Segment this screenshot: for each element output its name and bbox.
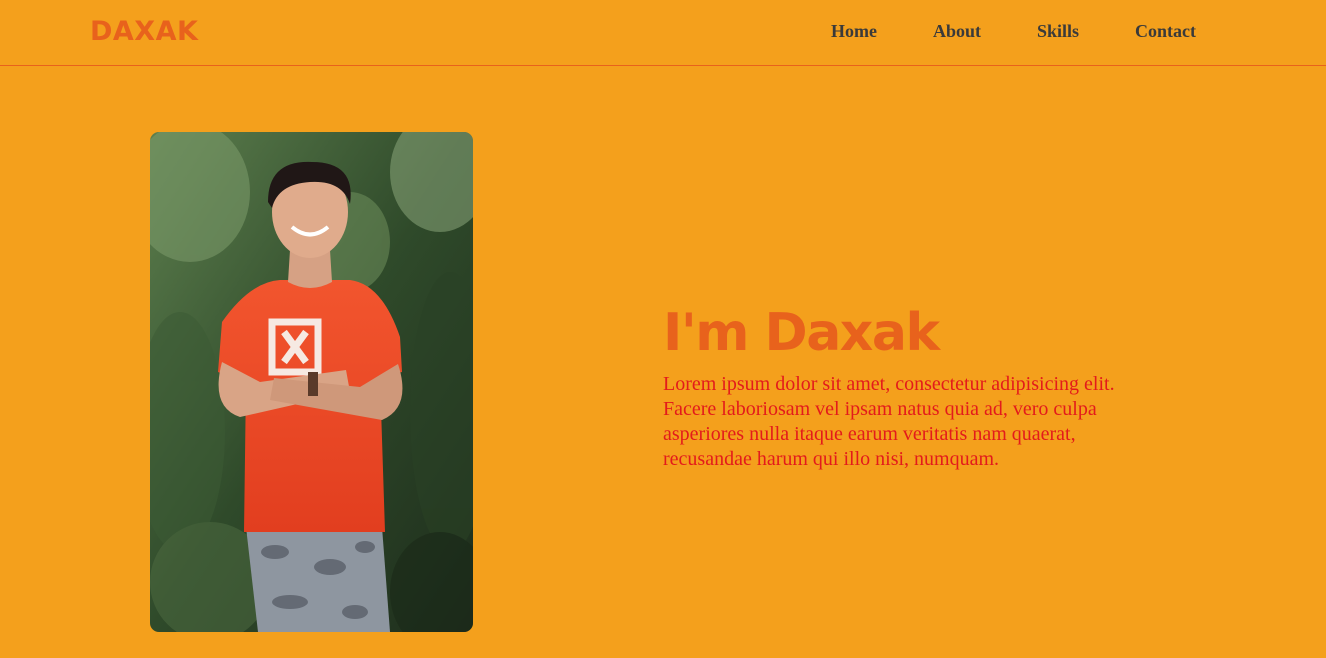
nav-link-skills[interactable]: Skills — [1037, 21, 1079, 41]
hero-intro: I'm Daxak Lorem ipsum dolor sit amet, co… — [663, 300, 1163, 472]
main-nav: Home About Skills Contact — [831, 20, 1196, 42]
site-logo[interactable]: DAXAK — [90, 16, 198, 48]
nav-item-home: Home — [831, 20, 877, 42]
nav-link-home[interactable]: Home — [831, 21, 877, 41]
nav-item-about: About — [933, 20, 981, 42]
profile-photo — [150, 132, 473, 632]
nav-item-contact: Contact — [1135, 20, 1196, 42]
person-photo-illustration — [150, 132, 473, 632]
hero-title: I'm Daxak — [663, 303, 940, 363]
site-header: DAXAK Home About Skills Contact — [0, 0, 1326, 66]
hero-description: Lorem ipsum dolor sit amet, consectetur … — [663, 373, 1115, 470]
nav-link-about[interactable]: About — [933, 21, 981, 41]
nav-item-skills: Skills — [1037, 20, 1079, 42]
nav-link-contact[interactable]: Contact — [1135, 21, 1196, 41]
